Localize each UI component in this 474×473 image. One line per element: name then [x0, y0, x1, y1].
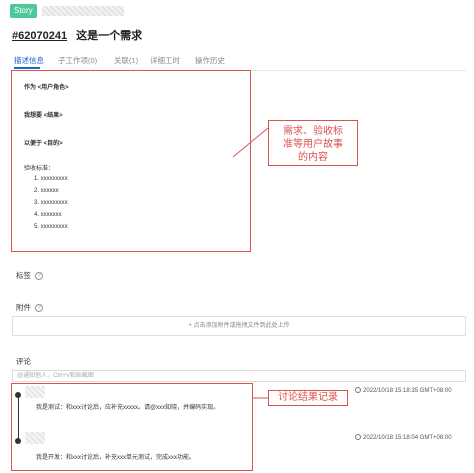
comment-body: 我是开发：和xxx讨论后，补充xxx单元测试，完成xxx功能。: [36, 455, 196, 461]
labels-section-title: 标签 ?: [16, 270, 44, 281]
attachments-section-title: 附件 ?: [16, 302, 44, 313]
story-callout-line: 需求、验收标: [283, 126, 343, 137]
timeline-dot: [15, 438, 21, 444]
timeline-dot: [15, 392, 21, 398]
commenter-avatar-blurred: [25, 386, 45, 398]
comments-section-title: 评论: [16, 357, 31, 366]
clock-icon: [355, 387, 361, 393]
attachments-title-text: 附件: [16, 303, 31, 312]
help-icon[interactable]: ?: [35, 304, 44, 313]
story-callout-line: 准等用户故事: [283, 139, 343, 150]
story-callout-line: 的内容: [298, 152, 328, 163]
story-content-callout: 需求、验收标 准等用户故事 的内容: [268, 120, 358, 166]
comment-timestamp: 2022/10/18 15:18:04 GMT+08:00: [355, 434, 452, 441]
commenter-avatar-blurred: [25, 432, 45, 444]
comment-timeline-line: [18, 395, 19, 441]
help-icon[interactable]: ?: [35, 272, 44, 281]
comment-timestamp: 2022/10/18 15:18:35 GMT+08:00: [355, 387, 452, 394]
story-callout-pointer: [232, 127, 269, 158]
comment-input[interactable]: @通知他人，Ctrl+V粘贴截图: [12, 370, 466, 382]
clock-icon: [355, 434, 361, 440]
labels-title-text: 标签: [16, 271, 31, 280]
comment-body: 我是测试：和xxx讨论后，应补充xxxxx。请@xxx知晓，并编码实现。: [36, 405, 220, 411]
attachment-upload-dropzone[interactable]: + 点击添加附件或拖拽文件到此处上传: [12, 316, 466, 336]
discussion-record-callout: 讨论结果记录: [268, 390, 348, 406]
